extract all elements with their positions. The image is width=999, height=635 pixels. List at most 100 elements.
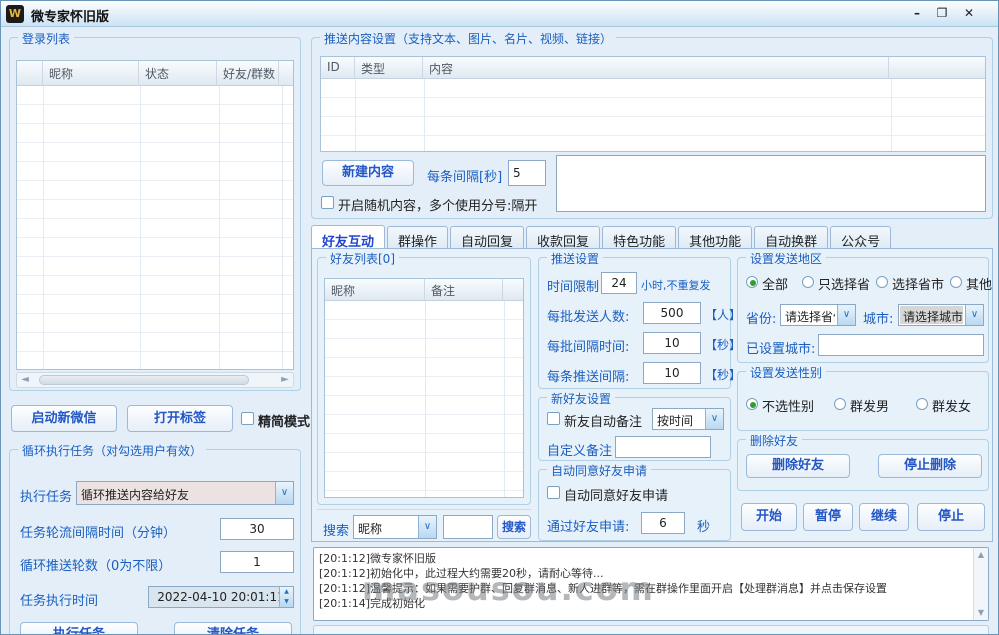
task-interval-label: 任务轮流间隔时间（分钟） (20, 522, 176, 541)
random-content-checkbox[interactable] (321, 196, 334, 209)
spin-up-icon[interactable]: ▲ (284, 588, 289, 595)
friend-table-header: 昵称 备注 (325, 279, 523, 301)
gender-any-label: 不选性别 (762, 396, 814, 415)
search-button[interactable]: 搜索 (497, 515, 531, 539)
delete-friend-button[interactable]: 删除好友 (746, 454, 850, 478)
chevron-down-icon[interactable]: ∨ (418, 516, 436, 538)
login-col-extra (279, 61, 293, 85)
stop-delete-label: 停止删除 (879, 455, 981, 477)
maximize-icon[interactable]: ❐ (931, 4, 953, 23)
friend-col-nickname[interactable]: 昵称 (325, 279, 425, 300)
login-col-nickname[interactable]: 昵称 (43, 61, 139, 85)
city-label: 城市: (863, 308, 893, 327)
start-button[interactable]: 开始 (741, 503, 797, 531)
msg-interval-input[interactable]: 5 (508, 160, 546, 186)
accept-delay-input[interactable]: 6 (641, 512, 685, 534)
stop-button[interactable]: 停止 (917, 503, 985, 531)
region-province-city-radio[interactable] (876, 276, 888, 288)
bottom-panel (313, 625, 989, 635)
search-button-label: 搜索 (498, 516, 530, 538)
content-col-id[interactable]: ID (321, 57, 355, 78)
grid-line (282, 86, 283, 369)
start-new-wechat-button[interactable]: 启动新微信 (11, 405, 117, 432)
gender-male-radio[interactable] (834, 398, 846, 410)
scroll-left-icon[interactable]: ◄ (17, 373, 33, 387)
minimize-icon[interactable]: – (906, 4, 928, 23)
gender-female-radio[interactable] (916, 398, 928, 410)
grid-line (425, 301, 426, 497)
task-select[interactable]: 循环推送内容给好友 ∨ (76, 481, 294, 505)
search-input[interactable] (443, 515, 493, 539)
resume-button[interactable]: 继续 (859, 503, 909, 531)
custom-remark-label: 自定义备注 (547, 440, 612, 459)
chevron-down-icon[interactable]: ∨ (275, 482, 293, 504)
stop-delete-button[interactable]: 停止删除 (878, 454, 982, 478)
region-other-radio[interactable] (950, 276, 962, 288)
spinner-icons[interactable]: ▲▼ (279, 587, 293, 607)
province-label: 省份: (746, 308, 776, 327)
push-interval-input[interactable]: 10 (643, 362, 701, 384)
friend-table-body[interactable] (325, 301, 523, 497)
region-all-radio[interactable] (746, 276, 758, 288)
task-rounds-input[interactable]: 1 (220, 551, 294, 573)
auto-remark-label: 新友自动备注 (564, 411, 642, 430)
content-col-content[interactable]: 内容 (423, 57, 889, 78)
region-group: 设置发送地区 全部 只选择省 选择省市 其他 省份: 请选择省份 ∨ 城市: 请… (737, 257, 989, 363)
scroll-down-icon[interactable]: ▼ (974, 606, 988, 620)
content-col-type[interactable]: 类型 (355, 57, 423, 78)
content-table[interactable]: ID 类型 内容 (320, 56, 986, 152)
province-select[interactable]: 请选择省份 ∨ (780, 304, 856, 326)
content-textarea[interactable] (556, 155, 986, 212)
log-vscrollbar[interactable]: ▲ ▼ (973, 548, 988, 620)
new-content-button[interactable]: 新建内容 (322, 160, 414, 186)
scroll-right-icon[interactable]: ► (277, 373, 293, 387)
region-province-city-label: 选择省市 (892, 274, 944, 293)
delete-friend-label: 删除好友 (747, 455, 849, 477)
friend-col-remark[interactable]: 备注 (425, 279, 503, 300)
chevron-down-icon[interactable]: ∨ (705, 409, 723, 429)
login-hscrollbar[interactable]: ◄ ► (16, 372, 294, 388)
auto-accept-checkbox[interactable] (547, 486, 560, 499)
login-col-check[interactable] (17, 61, 43, 85)
title-bar: W 微专家怀旧版 – ❐ ✕ (1, 1, 998, 27)
set-city-label: 已设置城市: (746, 338, 815, 357)
task-time-input[interactable]: 2022-04-10 20:01:11 ▲▼ (148, 586, 294, 608)
friend-table[interactable]: 昵称 备注 (324, 278, 524, 498)
push-interval-label: 每条推送间隔: (547, 366, 629, 385)
auto-remark-checkbox[interactable] (547, 412, 560, 425)
simple-mode-checkbox[interactable] (241, 412, 254, 425)
content-table-body[interactable] (321, 79, 985, 151)
open-tab-button[interactable]: 打开标签 (127, 405, 233, 432)
batch-size-input[interactable]: 500 (643, 302, 701, 324)
task-interval-input[interactable]: 30 (220, 518, 294, 540)
chevron-down-icon[interactable]: ∨ (837, 305, 855, 325)
city-value: 请选择城市 (900, 306, 963, 324)
pause-button[interactable]: 暂停 (803, 503, 853, 531)
scroll-thumb[interactable] (39, 375, 249, 385)
set-city-input[interactable] (818, 334, 984, 356)
batch-interval-input[interactable]: 10 (643, 332, 701, 354)
login-col-count[interactable]: 好友/群数 (217, 61, 279, 85)
accept-delay-label: 通过好友申请: (547, 516, 629, 535)
region-province-radio[interactable] (802, 276, 814, 288)
search-label: 搜索 (323, 520, 349, 539)
custom-remark-input[interactable] (615, 436, 711, 458)
spin-down-icon[interactable]: ▼ (284, 598, 289, 605)
app-icon: W (6, 5, 24, 23)
region-province-label: 只选择省 (818, 274, 870, 293)
login-col-status[interactable]: 状态 (139, 61, 217, 85)
chevron-down-icon[interactable]: ∨ (965, 305, 983, 325)
city-select[interactable]: 请选择城市 ∨ (898, 304, 984, 326)
clear-task-button[interactable]: 清除任务 (174, 622, 292, 635)
scroll-up-icon[interactable]: ▲ (974, 548, 988, 562)
run-task-button[interactable]: 执行任务 (20, 622, 138, 635)
grid-line (504, 301, 505, 497)
remark-mode-select[interactable]: 按时间 ∨ (652, 408, 724, 430)
search-field-select[interactable]: 昵称 ∨ (353, 515, 437, 539)
log-box[interactable]: [20:1:12]微专家怀旧版 [20:1:12]初始化中，此过程大约需要20秒… (313, 547, 989, 621)
login-table[interactable]: 昵称 状态 好友/群数 (16, 60, 294, 370)
login-table-body[interactable] (17, 86, 293, 369)
gender-any-radio[interactable] (746, 398, 758, 410)
close-icon[interactable]: ✕ (958, 4, 980, 23)
time-limit-input[interactable]: 24 (601, 272, 637, 294)
